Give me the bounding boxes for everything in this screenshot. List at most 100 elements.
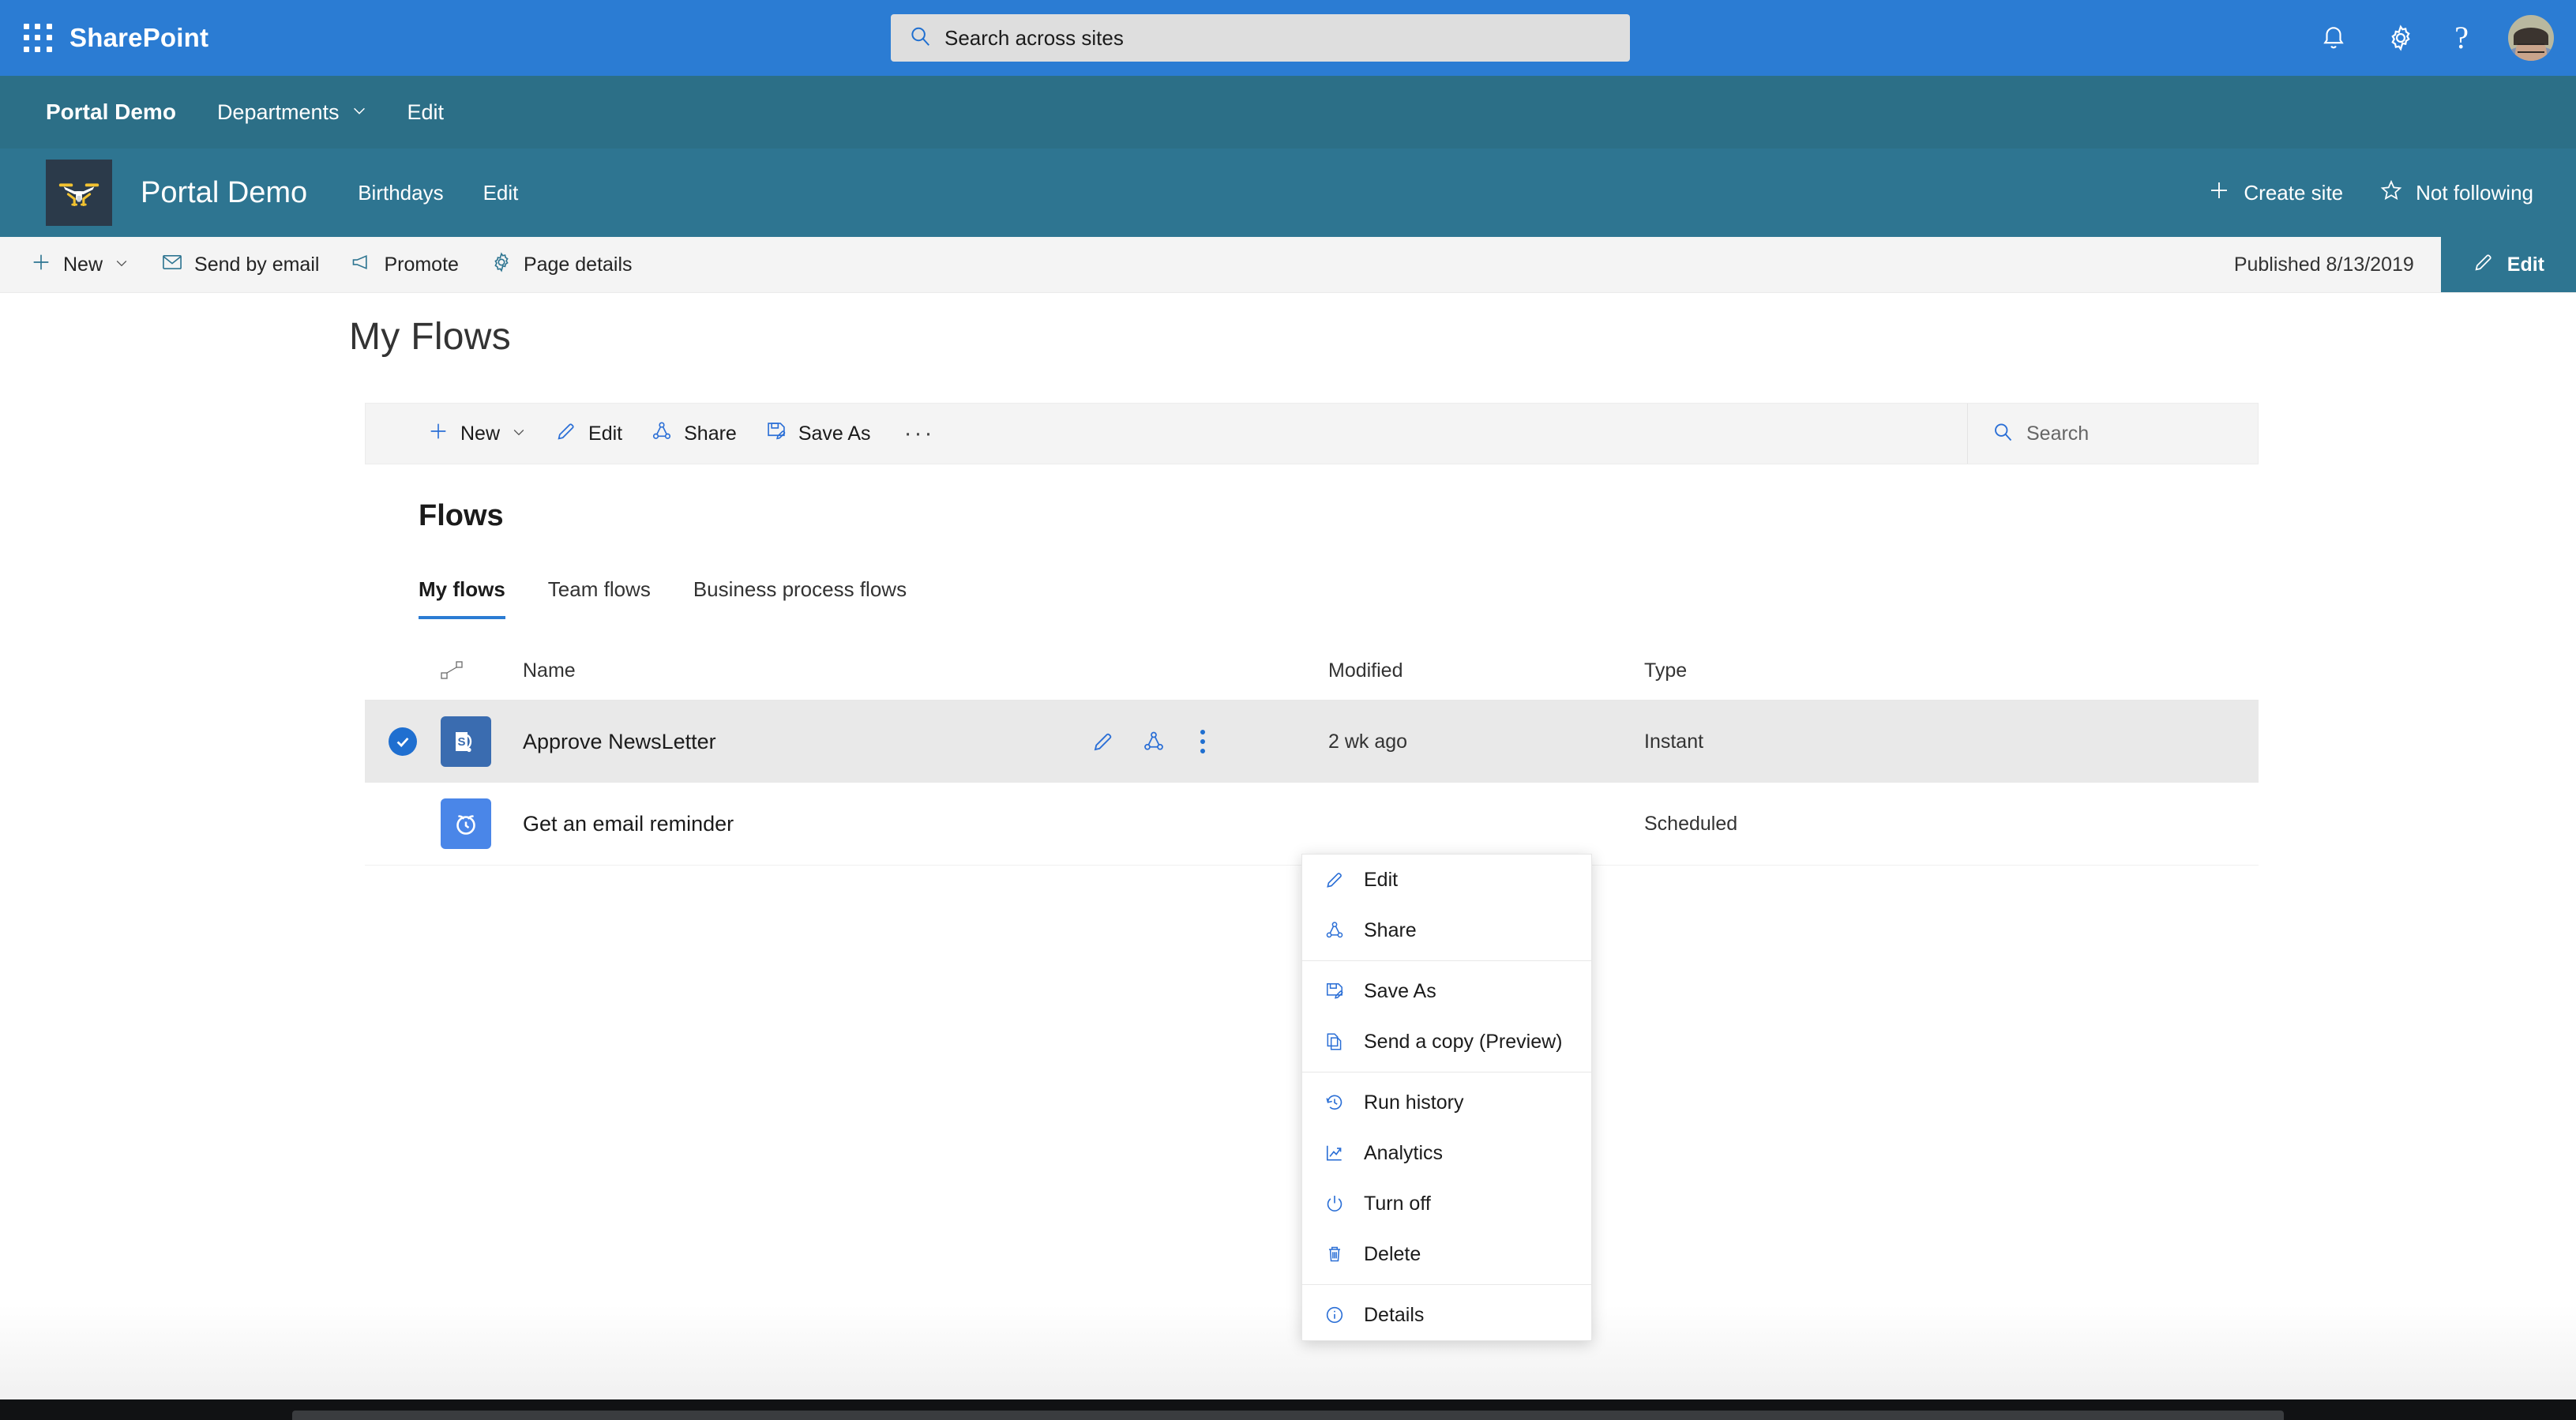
flow-share-label: Share xyxy=(684,422,737,445)
promote-button[interactable]: Promote xyxy=(351,251,459,279)
hub-nav-label: Departments xyxy=(216,100,340,124)
context-menu-label: Share xyxy=(1364,918,1417,941)
row-actions xyxy=(1091,725,1328,758)
context-menu-item-share[interactable]: Share xyxy=(1302,905,1591,956)
flow-new-button[interactable]: New xyxy=(427,420,527,448)
send-by-email-button[interactable]: Send by email xyxy=(161,251,319,279)
share-flow-icon[interactable] xyxy=(1142,730,1166,753)
sharepoint-tile-icon: S xyxy=(441,716,523,767)
plus-icon xyxy=(30,251,52,279)
flow-name[interactable]: Get an email reminder xyxy=(523,812,1091,836)
tab-team-flows[interactable]: Team flows xyxy=(548,577,651,619)
column-header-name[interactable]: Name xyxy=(523,659,1091,682)
device-bezel-lip xyxy=(292,1411,2284,1420)
context-menu-label: Analytics xyxy=(1364,1141,1444,1164)
context-menu-item-edit[interactable]: Edit xyxy=(1302,855,1591,905)
drone-logo-icon[interactable] xyxy=(46,160,112,226)
analytics-chart-icon xyxy=(1323,1143,1346,1163)
page-new-label: New xyxy=(63,253,103,276)
table-row[interactable]: S Approve NewsLetter 2 wk ago Instant xyxy=(365,701,2259,783)
plus-icon xyxy=(2207,178,2231,208)
context-menu-label: Save As xyxy=(1364,979,1436,1002)
waffle-grid-icon[interactable] xyxy=(21,21,55,55)
send-by-email-label: Send by email xyxy=(194,253,320,276)
flow-edit-button[interactable]: Edit xyxy=(555,420,622,448)
chevron-down-icon xyxy=(351,100,368,125)
flow-save-as-label: Save As xyxy=(798,422,871,445)
suite-search-box[interactable]: Search across sites xyxy=(891,14,1630,62)
pencil-icon xyxy=(555,420,577,448)
column-header-modified[interactable]: Modified xyxy=(1328,659,1644,682)
command-bar-right: Published 8/13/2019 Edit xyxy=(2234,237,2576,292)
flow-name[interactable]: Approve NewsLetter xyxy=(523,730,1091,754)
site-header: Portal Demo Birthdays Edit Create site N… xyxy=(0,148,2576,237)
edit-flow-icon[interactable] xyxy=(1091,730,1115,753)
share-icon xyxy=(651,420,673,448)
sharepoint-page: SharePoint Search across sites ? Portal … xyxy=(0,0,2576,1420)
suite-bar-actions: ? xyxy=(2320,0,2554,76)
mail-icon xyxy=(161,251,183,279)
context-menu-item-details[interactable]: Details xyxy=(1302,1290,1591,1340)
power-icon xyxy=(1323,1193,1346,1214)
chevron-down-icon xyxy=(511,423,527,445)
column-header-type[interactable]: Type xyxy=(1644,659,1960,682)
site-title[interactable]: Portal Demo xyxy=(141,176,307,210)
hub-nav-item-departments[interactable]: Departments xyxy=(217,100,368,125)
flow-context-menu: Edit Share Save As Send a copy (Preview)… xyxy=(1301,854,1592,1341)
context-menu-label: Turn off xyxy=(1364,1192,1431,1215)
flow-type: Scheduled xyxy=(1644,812,1738,835)
flow-edit-label: Edit xyxy=(588,422,623,445)
context-menu-item-delete[interactable]: Delete xyxy=(1302,1229,1591,1279)
page-title: My Flows xyxy=(349,316,512,358)
notifications-bell-icon[interactable] xyxy=(2320,24,2347,51)
device-bezel xyxy=(0,1399,2576,1420)
flow-new-label: New xyxy=(460,422,501,445)
history-icon xyxy=(1323,1092,1346,1113)
tab-business-process-flows[interactable]: Business process flows xyxy=(693,577,907,619)
hub-nav-label: Edit xyxy=(407,100,445,124)
page-details-button[interactable]: Page details xyxy=(490,251,633,279)
alarm-clock-tile-icon xyxy=(441,798,523,849)
settings-gear-icon[interactable] xyxy=(2386,24,2415,52)
save-as-icon xyxy=(765,420,787,448)
help-question-icon[interactable]: ? xyxy=(2454,22,2469,54)
pencil-icon xyxy=(1323,870,1346,890)
not-following-button[interactable]: Not following xyxy=(2379,178,2533,208)
context-menu-item-analytics[interactable]: Analytics xyxy=(1302,1128,1591,1178)
context-menu-item-turn-off[interactable]: Turn off xyxy=(1302,1178,1591,1229)
context-menu-divider xyxy=(1302,1284,1591,1285)
svg-text:S: S xyxy=(457,735,465,749)
context-menu-divider xyxy=(1302,1072,1591,1073)
context-menu-item-run-history[interactable]: Run history xyxy=(1302,1077,1591,1128)
save-as-icon xyxy=(1323,981,1346,1001)
hub-nav-item-edit[interactable]: Edit xyxy=(407,100,445,125)
context-menu-item-save-as[interactable]: Save As xyxy=(1302,966,1591,1016)
edit-page-button[interactable]: Edit xyxy=(2440,237,2576,292)
flow-share-button[interactable]: Share xyxy=(651,420,737,448)
context-menu-divider xyxy=(1302,960,1591,961)
more-commands-icon[interactable] xyxy=(1192,725,1213,758)
flow-body: Flows My flows Team flows Business proce… xyxy=(365,499,2259,866)
row-checkbox[interactable] xyxy=(365,727,441,756)
flow-search-box[interactable]: Search xyxy=(1967,404,2258,464)
create-site-button[interactable]: Create site xyxy=(2207,178,2343,208)
info-circle-icon xyxy=(1323,1305,1346,1325)
flow-type: Instant xyxy=(1644,730,1704,753)
flow-overflow-button[interactable]: ··· xyxy=(904,420,935,447)
site-nav-item-edit[interactable]: Edit xyxy=(483,181,519,205)
context-menu-label: Run history xyxy=(1364,1091,1464,1114)
hub-site-title[interactable]: Portal Demo xyxy=(46,100,176,125)
site-nav-item-birthdays[interactable]: Birthdays xyxy=(358,181,443,205)
flow-save-as-button[interactable]: Save As xyxy=(765,420,871,448)
flow-search-placeholder: Search xyxy=(2026,422,2090,445)
suite-search-placeholder: Search across sites xyxy=(944,25,1124,50)
page-new-button[interactable]: New xyxy=(30,251,130,279)
tab-my-flows[interactable]: My flows xyxy=(419,577,505,619)
promote-label: Promote xyxy=(384,253,459,276)
search-icon xyxy=(908,24,932,52)
sharepoint-brand-link[interactable]: SharePoint xyxy=(69,23,208,53)
hub-navigation-bar: Portal Demo Departments Edit xyxy=(0,76,2576,148)
pencil-icon xyxy=(2473,251,2495,279)
context-menu-item-send-a-copy[interactable]: Send a copy (Preview) xyxy=(1302,1016,1591,1067)
user-avatar[interactable] xyxy=(2508,15,2554,61)
